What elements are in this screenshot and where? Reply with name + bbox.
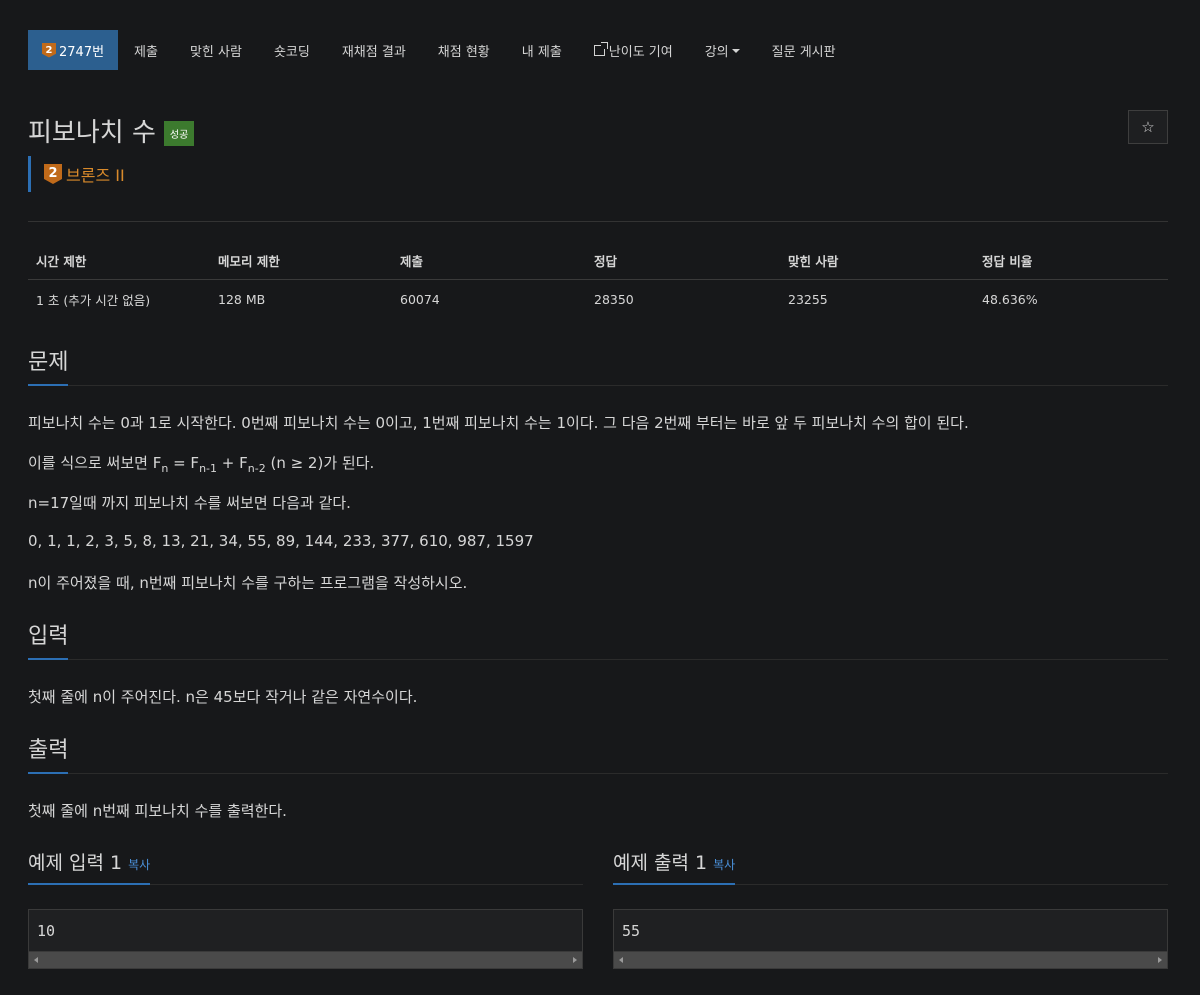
sample-input-value: 10 [37,922,56,940]
formula-subscript: n-2 [247,462,266,475]
caret-down-icon [731,49,740,53]
bronze-tier-icon: 2 [42,42,56,58]
status-badge: 성공 [163,121,195,146]
sample-output-box[interactable]: 55 [613,909,1168,969]
description-formula-line: 이를 식으로 써보면 Fn = Fn-1 + Fn-2 (n ≥ 2)가 된다. [28,452,374,475]
description-sequence: 0, 1, 1, 2, 3, 5, 8, 13, 21, 34, 55, 89,… [28,532,534,550]
table-cell: 60074 [400,292,440,307]
table-row: 1 초 (추가 시간 없음) 128 MB 60074 28350 23255 … [28,280,1168,320]
description-section-header: 문제 [28,344,1168,386]
sample-input-heading-wrap: 예제 입력 1 복사 [28,848,151,885]
scroll-right-icon[interactable] [573,957,577,963]
star-button[interactable]: ☆ [1128,110,1168,144]
formula-text: = F [168,454,200,472]
output-description: 첫째 줄에 n번째 피보나치 수를 출력한다. [28,802,287,820]
copy-sample-input-link[interactable]: 복사 [128,858,150,872]
page-title: 피보나치 수 [28,118,156,148]
sample-input-heading: 예제 입력 1 [28,852,123,874]
sample-output-header: 예제 출력 1 복사 [613,848,1168,885]
title-row: 피보나치 수 성공 [28,112,195,149]
table-cell: 1 초 (추가 시간 없음) [36,293,151,308]
description-line: 피보나치 수는 0과 1로 시작한다. 0번째 피보나치 수는 0이고, 1번째… [28,414,969,432]
sample-output-value: 55 [622,922,641,940]
table-header: 시간 제한 [28,242,210,280]
sample-input-box[interactable]: 10 [28,909,583,969]
nav-submit[interactable]: 제출 [118,30,174,70]
input-section-header: 입력 [28,618,1168,660]
tier-label: 브론즈 II [66,166,125,185]
table-cell: 128 MB [218,292,266,307]
nav-problem-id[interactable]: 2 2747번 [28,30,119,70]
table-header: 맞힌 사람 [780,242,974,280]
table-cell: 48.636% [982,292,1038,307]
nav-short-coding[interactable]: 숏코딩 [258,30,326,70]
description-line: n이 주어졌을 때, n번째 피보나치 수를 구하는 프로그램을 작성하시오. [28,574,468,592]
difficulty-contribution-label: 난이도 기여 [608,44,673,60]
horizontal-scrollbar[interactable] [614,951,1167,968]
input-heading: 입력 [28,618,69,660]
problem-nav: 2 2747번 제출 맞힌 사람 숏코딩 재채점 결과 채점 현황 내 제출 난… [28,30,852,70]
sample-output-heading-wrap: 예제 출력 1 복사 [613,848,736,885]
formula-text: + F [217,454,248,472]
table-cell: 23255 [788,292,828,307]
table-header-row: 시간 제한 메모리 제한 제출 정답 맞힌 사람 정답 비율 [28,242,1168,280]
input-description: 첫째 줄에 n이 주어진다. n은 45보다 작거나 같은 자연수이다. [28,688,418,706]
divider [28,221,1168,222]
sample-output-heading: 예제 출력 1 [613,852,708,874]
copy-sample-output-link[interactable]: 복사 [713,858,735,872]
problem-id-label: 2747번 [59,44,105,60]
nav-solved-users[interactable]: 맞힌 사람 [174,30,258,70]
formula-subscript: n-1 [199,462,218,475]
table-header: 제출 [392,242,586,280]
nav-my-submissions[interactable]: 내 제출 [506,30,578,70]
scroll-left-icon[interactable] [619,957,623,963]
output-section-header: 출력 [28,732,1168,774]
output-heading: 출력 [28,732,69,774]
nav-lectures-dropdown[interactable]: 강의 [689,30,756,70]
description-heading: 문제 [28,344,69,386]
nav-question-board[interactable]: 질문 게시판 [756,30,852,70]
problem-info-table: 시간 제한 메모리 제한 제출 정답 맞힌 사람 정답 비율 1 초 (추가 시… [28,242,1168,319]
lectures-label: 강의 [704,44,729,60]
table-header: 정답 [586,242,780,280]
scroll-left-icon[interactable] [34,957,38,963]
scroll-right-icon[interactable] [1158,957,1162,963]
nav-difficulty-contribution[interactable]: 난이도 기여 [578,30,689,70]
bronze-tier-icon: 2 [44,164,62,184]
table-cell: 28350 [594,292,634,307]
table-header: 메모리 제한 [210,242,392,280]
description-line: n=17일때 까지 피보나치 수를 써보면 다음과 같다. [28,494,351,512]
horizontal-scrollbar[interactable] [29,951,582,968]
tier-row: 2 브론즈 II [28,156,125,192]
table-header: 정답 비율 [974,242,1168,280]
formula-text: (n ≥ 2)가 된다. [265,454,375,472]
star-icon: ☆ [1141,118,1155,136]
nav-rejudge-results[interactable]: 재채점 결과 [326,30,422,70]
sample-input-header: 예제 입력 1 복사 [28,848,583,885]
external-link-icon [593,41,608,56]
nav-status[interactable]: 채점 현황 [422,30,506,70]
formula-text: 이를 식으로 써보면 F [28,454,162,472]
